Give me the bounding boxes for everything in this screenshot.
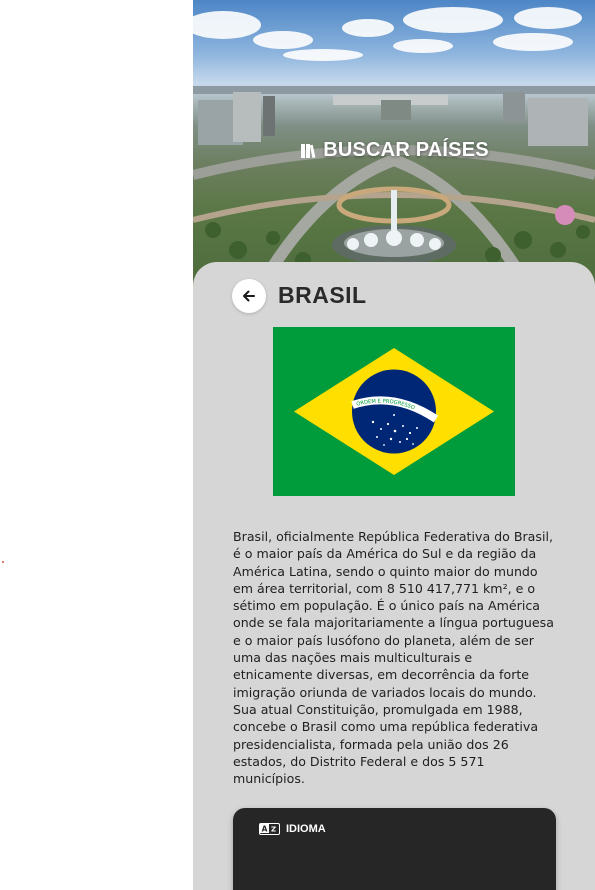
- back-button[interactable]: [232, 279, 266, 313]
- stray-dot: [2, 561, 4, 563]
- country-description: Brasil, oficialmente República Federativ…: [233, 529, 554, 787]
- country-name: BRASIL: [278, 282, 367, 308]
- language-header: A Z IDIOMA: [259, 823, 326, 835]
- translate-icon: A Z: [259, 823, 280, 835]
- svg-text:Z: Z: [271, 826, 276, 834]
- page-title: BUSCAR PAÍSES: [193, 139, 595, 162]
- language-panel: A Z IDIOMA: [233, 808, 556, 890]
- page-title-text: BUSCAR PAÍSES: [323, 139, 489, 161]
- hero-banner: BUSCAR PAÍSES: [193, 0, 595, 300]
- country-flag: ORDEM E PROGRESSO: [273, 327, 515, 496]
- country-card: BRASIL ORDEM E PROGRESSO Brasil, oficial…: [193, 262, 595, 890]
- language-label: IDIOMA: [286, 823, 326, 835]
- app-container: BUSCAR PAÍSES BRASIL ORDEM E PROGRESSO B…: [193, 0, 595, 890]
- svg-text:A: A: [262, 825, 268, 834]
- book-icon: [299, 142, 321, 160]
- arrow-left-icon: [243, 290, 255, 302]
